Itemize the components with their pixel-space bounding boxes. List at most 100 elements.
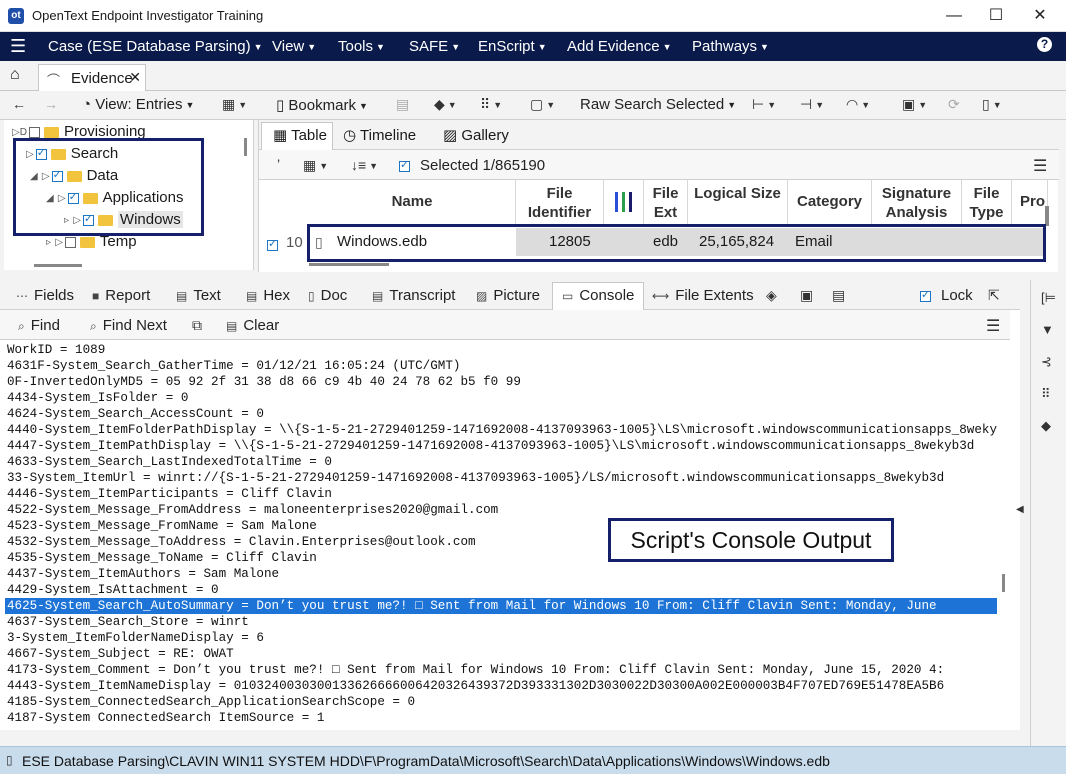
layout-icon[interactable]: ▦ ▼ — [222, 96, 247, 113]
table-h-scrollbar[interactable] — [309, 263, 389, 266]
tag-icon[interactable]: ◆ ▼ — [434, 96, 457, 113]
console-line[interactable]: 4443-System_ItemNameDisplay = 0103240030… — [5, 678, 997, 694]
raw-search-selected-button[interactable]: Raw Search Selected ▼ — [580, 96, 736, 113]
popout-icon[interactable]: ⇱ — [988, 287, 1000, 304]
list-icon[interactable]: ▤ — [832, 287, 845, 304]
console-line[interactable]: 4667-System_Subject = RE: OWAT — [5, 646, 997, 662]
tab-file-extents[interactable]: ⟷ File Extents — [652, 287, 754, 304]
tab-timeline[interactable]: ◷ Timeline — [343, 126, 416, 144]
console-line[interactable]: 0F-InvertedOnlyMD5 = 05 92 2f 31 38 d8 6… — [5, 374, 997, 390]
tab-table[interactable]: ▦ Table — [273, 126, 327, 144]
tab-evidence[interactable]: ⌒ Evidence ✕ — [38, 64, 146, 91]
minimize-icon[interactable]: — — [934, 4, 974, 28]
collapse-left-icon[interactable]: ◀ — [1016, 504, 1024, 515]
table-v-scrollbar[interactable] — [1045, 206, 1049, 226]
tab-gallery[interactable]: ▨ Gallery — [443, 126, 509, 144]
tag-side-icon[interactable]: ◆ — [1041, 418, 1051, 434]
quote-icon[interactable]: ’ — [277, 156, 280, 172]
console-scrollbar[interactable] — [1002, 574, 1005, 592]
find-button[interactable]: ⌕ Find — [18, 317, 60, 334]
hamburger-menu-icon[interactable]: ☰ — [10, 36, 26, 57]
console-line[interactable]: 4437-System_ItemAuthors = Sam Malone — [5, 566, 997, 582]
console-line[interactable]: 4624-System_Search_AccessCount = 0 — [5, 406, 997, 422]
menu-enscript[interactable]: EnScript ▼ — [478, 38, 547, 55]
binary-icon[interactable]: ⠿ — [1041, 386, 1051, 402]
console-line[interactable]: 4440-System_ItemFolderPathDisplay = \\{S… — [5, 422, 997, 438]
sort-icon[interactable]: ↓≡ ▼ — [351, 157, 378, 173]
tab-doc[interactable]: ▯ Doc — [308, 287, 347, 304]
table-menu-icon[interactable]: ☰ — [1033, 156, 1047, 176]
console-line[interactable]: 4434-System_IsFolder = 0 — [5, 390, 997, 406]
view-entries-button[interactable]: ◔ View: Entries ▼ — [82, 96, 194, 113]
bookmark-button[interactable]: ▯ Bookmark ▼ — [276, 96, 368, 114]
close-window-icon[interactable]: ✕ — [1020, 4, 1060, 28]
script-icon[interactable]: ▣ ▼ — [902, 96, 927, 113]
console-line[interactable]: 4429-System_IsAttachment = 0 — [5, 582, 997, 598]
console-line[interactable]: 4447-System_ItemPathDisplay = \\{S-1-5-2… — [5, 438, 997, 454]
hierarchy-icon[interactable]: ⊣ ▼ — [800, 96, 824, 113]
tab-report[interactable]: ■ Report — [92, 287, 150, 304]
menu-tools[interactable]: Tools ▼ — [338, 38, 385, 55]
menu-add-evidence[interactable]: Add Evidence ▼ — [567, 38, 672, 55]
export-icon[interactable]: ▤ — [396, 96, 409, 113]
col-logical-size[interactable]: Logical Size — [688, 180, 788, 224]
close-tab-icon[interactable]: ✕ — [129, 69, 141, 86]
console-line[interactable]: 4187-System ConnectedSearch ItemSource =… — [5, 710, 997, 724]
connect-icon[interactable]: ⊰ — [1041, 354, 1052, 370]
find-next-button[interactable]: ⌕ Find Next — [90, 317, 167, 334]
tab-hex[interactable]: ▤ Hex — [246, 287, 290, 304]
maximize-icon[interactable]: ☐ — [976, 4, 1016, 28]
menu-case[interactable]: Case (ESE Database Parsing) ▼ — [48, 38, 263, 55]
console-line[interactable]: 3-System_ItemFolderNameDisplay = 6 — [5, 630, 997, 646]
document-icon[interactable]: ▢ ▼ — [530, 96, 555, 113]
col-file-ext[interactable]: File Ext — [644, 180, 688, 224]
console-menu-icon[interactable]: ☰ — [986, 316, 1000, 336]
lock-toggle[interactable]: Lock — [918, 287, 973, 304]
back-arrow-icon[interactable]: ← — [12, 96, 26, 112]
columns-icon[interactable]: ▦ ▼ — [303, 157, 328, 174]
col-signature-analysis[interactable]: Signature Analysis — [872, 180, 962, 224]
bracket-icon[interactable]: [⊨ — [1041, 290, 1056, 306]
col-category[interactable]: Category — [788, 180, 872, 224]
pin-icon[interactable]: ◈ — [766, 287, 777, 304]
checkbox[interactable] — [28, 126, 40, 138]
tree-h-scrollbar[interactable] — [34, 264, 82, 267]
help-icon[interactable]: ? — [1037, 37, 1052, 52]
console-line[interactable]: 4625-System_Search_AutoSummary = Don’t y… — [5, 598, 997, 614]
grid-icon[interactable]: ⠿ ▼ — [480, 96, 502, 113]
row-checkbox[interactable] — [267, 237, 278, 251]
tree-scrollbar[interactable] — [244, 138, 247, 156]
console-line[interactable]: 4631F-System_Search_GatherTime = 01/12/2… — [5, 358, 997, 374]
console-line[interactable]: 4633-System_Search_LastIndexedTotalTime … — [5, 454, 997, 470]
page-icon[interactable]: ▯ ▼ — [982, 96, 1002, 113]
tab-picture[interactable]: ▨ Picture — [476, 287, 540, 304]
tab-text[interactable]: ▤ Text — [176, 287, 221, 304]
tree-icon[interactable]: ⊢ ▼ — [752, 96, 776, 113]
home-icon[interactable]: ⌂ — [10, 66, 20, 84]
filter-icon[interactable]: ▼ — [1041, 322, 1054, 337]
console-line[interactable]: 4173-System_Comment = Don’t you trust me… — [5, 662, 997, 678]
col-color-icon[interactable] — [604, 180, 644, 224]
copy-icon[interactable]: ⧉ — [192, 317, 202, 334]
tab-transcript[interactable]: ▤ Transcript — [372, 287, 455, 304]
console-line[interactable]: 4446-System_ItemParticipants = Cliff Cla… — [5, 486, 997, 502]
menu-safe[interactable]: SAFE ▼ — [409, 38, 460, 55]
menu-pathways[interactable]: Pathways ▼ — [692, 38, 769, 55]
col-name[interactable]: Name — [309, 180, 516, 224]
tab-console[interactable]: ▭ Console — [562, 287, 634, 304]
tab-fields[interactable]: ⋯ Fields — [16, 287, 74, 304]
clear-button[interactable]: ▤ Clear — [226, 317, 279, 334]
console-line[interactable]: 33-System_ItemUrl = winrt://{S-1-5-21-27… — [5, 470, 997, 486]
console-line[interactable]: 4522-System_Message_FromAddress = malone… — [5, 502, 997, 518]
col-pro[interactable]: Pro — [1012, 180, 1048, 224]
gauge-icon[interactable]: ◠ ▼ — [846, 96, 870, 113]
checkbox[interactable] — [64, 236, 76, 248]
console-line[interactable]: WorkID = 1089 — [5, 342, 997, 358]
hash-icon[interactable]: ▣ — [800, 287, 813, 304]
forward-arrow-icon[interactable]: → — [44, 96, 58, 112]
menu-view[interactable]: View ▼ — [272, 38, 316, 55]
console-line[interactable]: 4637-System_Search_Store = winrt — [5, 614, 997, 630]
console-line[interactable]: 4185-System_ConnectedSearch_ApplicationS… — [5, 694, 997, 710]
refresh-icon[interactable]: ⟳ — [948, 96, 960, 113]
col-file-type[interactable]: File Type — [962, 180, 1012, 224]
